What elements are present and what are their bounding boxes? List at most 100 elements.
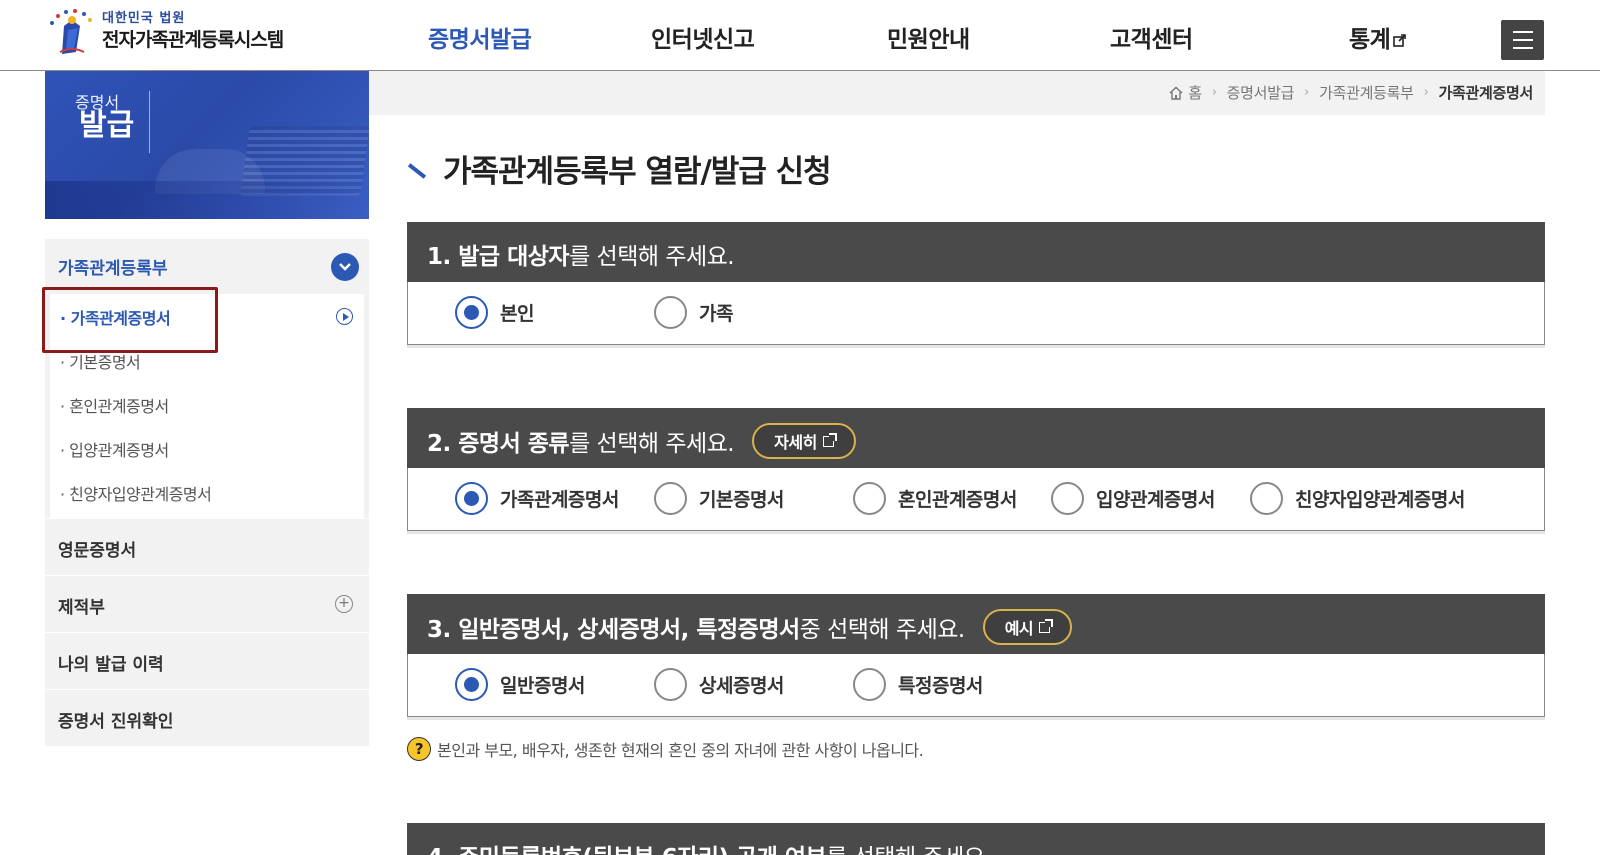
breadcrumb-level2[interactable]: 가족관계등록부: [1319, 82, 1414, 103]
side-nav-group-header[interactable]: 가족관계등록부: [45, 239, 369, 294]
radio-basic-cert[interactable]: 기본증명서: [654, 482, 784, 515]
breadcrumb-separator-icon: ›: [1211, 85, 1217, 100]
radio-label: 가족: [699, 303, 733, 325]
nav-civil-guide[interactable]: 민원안내: [887, 20, 970, 54]
radio-marriage-cert[interactable]: 혼인관계증명서: [853, 482, 1017, 515]
radio-adoption-cert[interactable]: 입양관계증명서: [1051, 482, 1215, 515]
sidebar-item-removed-register[interactable]: 제적부 +: [45, 575, 369, 632]
section-title-rest: 중 선택해 주세요.: [799, 617, 966, 643]
nav-internet-report[interactable]: 인터넷신고: [651, 20, 755, 54]
section-title-rest: 를 선택해 주세요.: [569, 431, 735, 457]
sidebar-item-marriage-cert[interactable]: · 혼인관계증명서: [50, 382, 364, 426]
radio-circle[interactable]: [455, 668, 488, 701]
radio-detailed-cert[interactable]: 상세증명서: [654, 668, 784, 701]
title-accent-mark: [407, 162, 427, 179]
section-title-bold: 3. 일반증명서, 상세증명서, 특정증명서: [427, 617, 800, 643]
radio-label: 특정증명서: [898, 675, 983, 697]
breadcrumb-home-label: 홈: [1188, 84, 1202, 102]
radio-circle[interactable]: [455, 482, 488, 515]
sidebar-item-full-adoption-cert[interactable]: · 친양자입양관계증명서: [50, 470, 364, 514]
section-options: 본인 가족: [407, 282, 1545, 345]
sidebar-item-label: · 입양관계증명서: [60, 441, 169, 460]
sidebar-item-basic-cert[interactable]: · 기본증명서: [50, 338, 364, 382]
example-button[interactable]: 예시: [982, 609, 1073, 645]
section-issue-target: 1. 발급 대상자 를 선택해 주세요. 본인 가족: [407, 222, 1545, 345]
breadcrumb-separator-icon: ›: [1423, 85, 1429, 100]
sidebar-item-english-cert[interactable]: 영문증명서: [45, 518, 369, 575]
radio-circle[interactable]: [1250, 482, 1283, 515]
nav-statistics-label: 통계: [1349, 27, 1391, 53]
radio-label: 혼인관계증명서: [898, 489, 1017, 511]
play-circle-icon: [336, 308, 353, 325]
sidebar-item-label: 영문증명서: [58, 541, 137, 561]
sidebar-item-label: · 기본증명서: [60, 353, 141, 372]
breadcrumb-current: 가족관계증명서: [1438, 84, 1533, 102]
section-cert-detail-level: 3. 일반증명서, 상세증명서, 특정증명서 중 선택해 주세요. 예시 일반증…: [407, 594, 1545, 717]
radio-label: 기본증명서: [699, 489, 784, 511]
breadcrumb-level1[interactable]: 증명서발급: [1227, 82, 1295, 103]
radio-circle[interactable]: [1051, 482, 1084, 515]
radio-circle[interactable]: [455, 296, 488, 329]
radio-label: 친양자입양관계증명서: [1295, 489, 1465, 511]
hamburger-menu-button[interactable]: [1501, 20, 1544, 60]
sidebar-item-label: · 혼인관계증명서: [60, 397, 169, 416]
radio-specific-cert[interactable]: 특정증명서: [853, 668, 983, 701]
breadcrumb: 홈 › 증명서발급 › 가족관계등록부 › 가족관계증명서: [1168, 82, 1533, 103]
radio-family-relation-cert[interactable]: 가족관계증명서: [455, 482, 619, 515]
sidebar-item-family-relation-cert[interactable]: · 가족관계증명서: [50, 294, 364, 338]
sidebar-item-label: · 친양자입양관계증명서: [60, 485, 212, 504]
example-button-label: 예시: [1004, 619, 1034, 638]
sidebar-item-label: 나의 발급 이력: [58, 655, 164, 675]
sidebar-item-issue-history[interactable]: 나의 발급 이력: [45, 632, 369, 689]
radio-circle[interactable]: [654, 482, 687, 515]
details-button[interactable]: 자세히: [752, 423, 856, 459]
logo-title: 전자가족관계등록시스템: [102, 29, 284, 51]
sidebar-item-adoption-cert[interactable]: · 입양관계증명서: [50, 426, 364, 470]
radio-label: 일반증명서: [500, 675, 585, 697]
question-icon: ?: [407, 737, 431, 761]
side-nav: 가족관계등록부 · 가족관계증명서 · 기본증명서 · 혼인관계증명서 · 입양…: [45, 239, 369, 746]
radio-circle[interactable]: [654, 296, 687, 329]
court-emblem-icon: [44, 6, 100, 58]
radio-circle[interactable]: [853, 668, 886, 701]
nav-statistics[interactable]: 통계: [1349, 20, 1407, 54]
breadcrumb-bar: 홈 › 증명서발급 › 가족관계등록부 › 가족관계증명서: [369, 71, 1545, 115]
radio-label: 가족관계증명서: [500, 489, 619, 511]
side-nav-submenu: · 가족관계증명서 · 기본증명서 · 혼인관계증명서 · 입양관계증명서 · …: [50, 294, 364, 518]
sidebar-item-label: · 가족관계증명서: [60, 309, 171, 328]
external-link-icon: [1039, 618, 1054, 633]
radio-circle[interactable]: [853, 482, 886, 515]
chevron-down-icon[interactable]: [331, 253, 359, 281]
section-title-rest: 를 선택해 주세요.: [569, 244, 735, 270]
page-title: 가족관계등록부 열람/발급 신청: [407, 146, 832, 191]
radio-circle[interactable]: [654, 668, 687, 701]
radio-full-adoption-cert[interactable]: 친양자입양관계증명서: [1250, 482, 1465, 515]
radio-family[interactable]: 가족: [654, 296, 733, 329]
section-title-rest: 를 선택해 주세요.: [826, 838, 992, 855]
section-header: 4. 주민등록번호(뒷부분 6자리) 공개 여부를 선택해 주세요.: [407, 823, 1545, 855]
section-header: 3. 일반증명서, 상세증명서, 특정증명서 중 선택해 주세요. 예시: [407, 594, 1545, 654]
details-button-label: 자세히: [774, 433, 817, 452]
radio-label: 상세증명서: [699, 675, 784, 697]
home-icon: [1169, 86, 1183, 100]
section-header: 2. 증명서 종류 를 선택해 주세요. 자세히: [407, 408, 1545, 468]
hamburger-line: [1512, 47, 1533, 49]
section-options: 일반증명서 상세증명서 특정증명서: [407, 654, 1545, 717]
help-text: 본인과 부모, 배우자, 생존한 현재의 혼인 중의 자녀에 관한 사항이 나옵…: [437, 741, 924, 760]
site-logo[interactable]: 대한민국 법원 전자가족관계등록시스템: [44, 6, 284, 58]
nav-certificate-issue[interactable]: 증명서발급: [428, 20, 532, 54]
breadcrumb-home[interactable]: 홈: [1168, 82, 1202, 103]
sidebar-item-cert-verify[interactable]: 증명서 진위확인: [45, 689, 369, 746]
page-title-text: 가족관계등록부 열람/발급 신청: [443, 154, 832, 190]
section-header: 1. 발급 대상자 를 선택해 주세요.: [407, 222, 1545, 282]
radio-self[interactable]: 본인: [455, 296, 534, 329]
nav-customer-center[interactable]: 고객센터: [1110, 20, 1193, 54]
radio-general-cert[interactable]: 일반증명서: [455, 668, 585, 701]
section-options: 가족관계증명서 기본증명서 혼인관계증명서 입양관계증명서 친양자입양관계증명서: [407, 468, 1545, 531]
help-note: ? 본인과 부모, 배우자, 생존한 현재의 혼인 중의 자녀에 관한 사항이 …: [407, 737, 924, 761]
radio-label: 입양관계증명서: [1096, 489, 1215, 511]
plus-circle-icon[interactable]: +: [335, 595, 353, 613]
section-resident-number-disclosure: 4. 주민등록번호(뒷부분 6자리) 공개 여부를 선택해 주세요.: [407, 823, 1545, 855]
hamburger-line: [1512, 39, 1533, 41]
banner-text-line2: 발급: [79, 108, 135, 143]
